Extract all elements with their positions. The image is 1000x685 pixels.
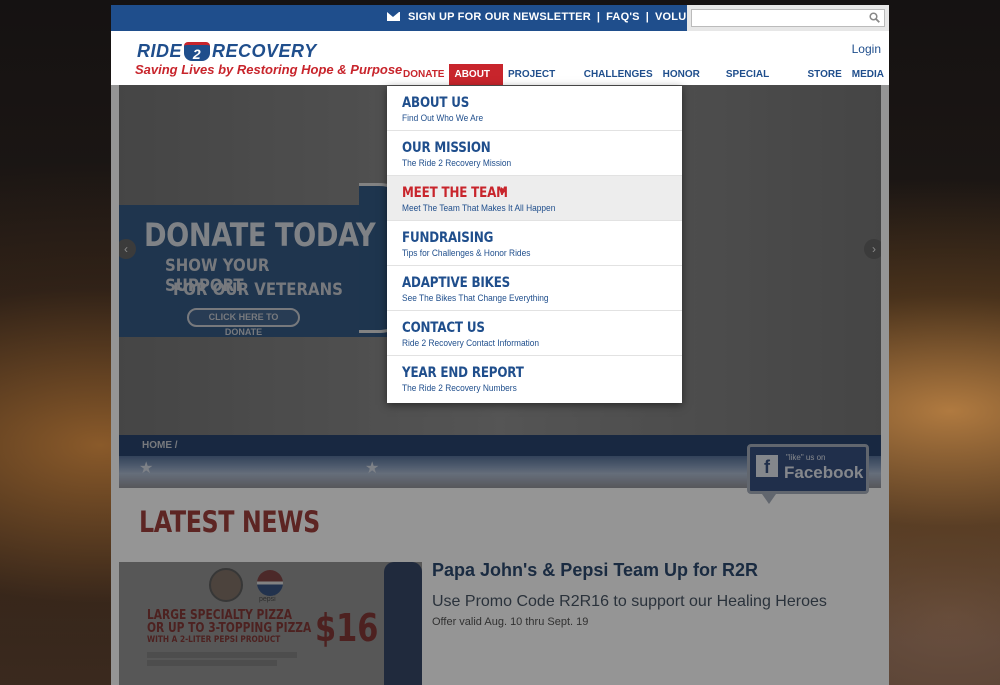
dropdown-item-title: ADAPTIVE BIKES <box>402 275 511 291</box>
dropdown-item-title: OUR MISSION <box>402 140 491 156</box>
nav-item-store[interactable]: STORE <box>802 64 846 85</box>
main-nav: DONATE ABOUT US PROJECT HERO CHALLENGES … <box>398 64 889 101</box>
page: SIGN UP FOR OUR NEWSLETTER | FAQ'S | VOL… <box>111 5 889 685</box>
dropdown-item-desc: Meet The Team That Makes It All Happen <box>402 203 556 214</box>
dropdown-item-title: ABOUT US <box>402 95 470 111</box>
dropdown-item-desc: The Ride 2 Recovery Mission <box>402 158 512 169</box>
dropdown-item-desc: The Ride 2 Recovery Numbers <box>402 383 517 394</box>
nav-item-media[interactable]: MEDIA <box>847 64 889 85</box>
dropdown-item-desc: Tips for Challenges & Honor Rides <box>402 248 531 259</box>
top-links: SIGN UP FOR OUR NEWSLETTER | FAQ'S | VOL… <box>387 11 725 23</box>
login-link[interactable]: Login <box>852 42 881 56</box>
logo[interactable]: RIDE 2 RECOVERY <box>137 40 372 62</box>
search-input[interactable] <box>691 9 885 27</box>
dropdown-item-desc: See The Bikes That Change Everything <box>402 293 549 304</box>
nav-item-about-us[interactable]: ABOUT US <box>449 64 503 101</box>
faqs-link[interactable]: FAQ'S <box>606 11 640 23</box>
newsletter-link[interactable]: SIGN UP FOR OUR NEWSLETTER <box>408 11 591 23</box>
dropdown-item-title: YEAR END REPORT <box>402 365 524 381</box>
search-icon[interactable] <box>869 12 880 23</box>
dropdown-item-title: MEET THE TEAM <box>402 185 508 201</box>
nav-item-honor-ride[interactable]: HONOR RIDE <box>658 64 721 101</box>
logo-badge: 2 <box>184 41 211 62</box>
logo-word-ride: RIDE <box>137 40 183 61</box>
dropdown-item-desc: Ride 2 Recovery Contact Information <box>402 338 540 349</box>
dropdown-item-meet-the-team[interactable]: MEET THE TEAM Meet The Team That Makes I… <box>387 176 682 221</box>
dropdown-item-our-mission[interactable]: OUR MISSION The Ride 2 Recovery Mission <box>387 131 682 176</box>
site-header: RIDE 2 RECOVERY Saving Lives by Restorin… <box>111 31 889 101</box>
separator: | <box>645 11 649 23</box>
search-box <box>687 5 889 31</box>
nav-item-donate[interactable]: DONATE <box>398 64 449 85</box>
dropdown-item-about-us[interactable]: ABOUT US Find Out Who We Are <box>387 86 682 131</box>
dropdown-item-desc: Find Out Who We Are <box>402 113 484 124</box>
nav-item-challenges[interactable]: CHALLENGES <box>579 64 658 85</box>
about-us-dropdown: ABOUT US Find Out Who We Are OUR MISSION… <box>387 86 682 403</box>
nav-item-project-hero[interactable]: PROJECT HERO <box>503 64 579 101</box>
dropdown-item-fundraising[interactable]: FUNDRAISING Tips for Challenges & Honor … <box>387 221 682 266</box>
tagline: Saving Lives by Restoring Hope & Purpose <box>135 62 403 77</box>
dropdown-item-adaptive-bikes[interactable]: ADAPTIVE BIKES See The Bikes That Change… <box>387 266 682 311</box>
mail-icon <box>387 11 400 21</box>
nav-item-special-events[interactable]: SPECIAL EVENTS <box>721 64 803 101</box>
top-bar: SIGN UP FOR OUR NEWSLETTER | FAQ'S | VOL… <box>111 5 889 31</box>
dropdown-item-contact-us[interactable]: CONTACT US Ride 2 Recovery Contact Infor… <box>387 311 682 356</box>
caret-right-icon <box>501 187 506 195</box>
logo-word-recovery: RECOVERY <box>212 40 317 61</box>
dropdown-item-title: CONTACT US <box>402 320 485 336</box>
dropdown-item-year-end-report[interactable]: YEAR END REPORT The Ride 2 Recovery Numb… <box>387 356 682 401</box>
dropdown-item-title: FUNDRAISING <box>402 230 494 246</box>
separator: | <box>596 11 601 23</box>
